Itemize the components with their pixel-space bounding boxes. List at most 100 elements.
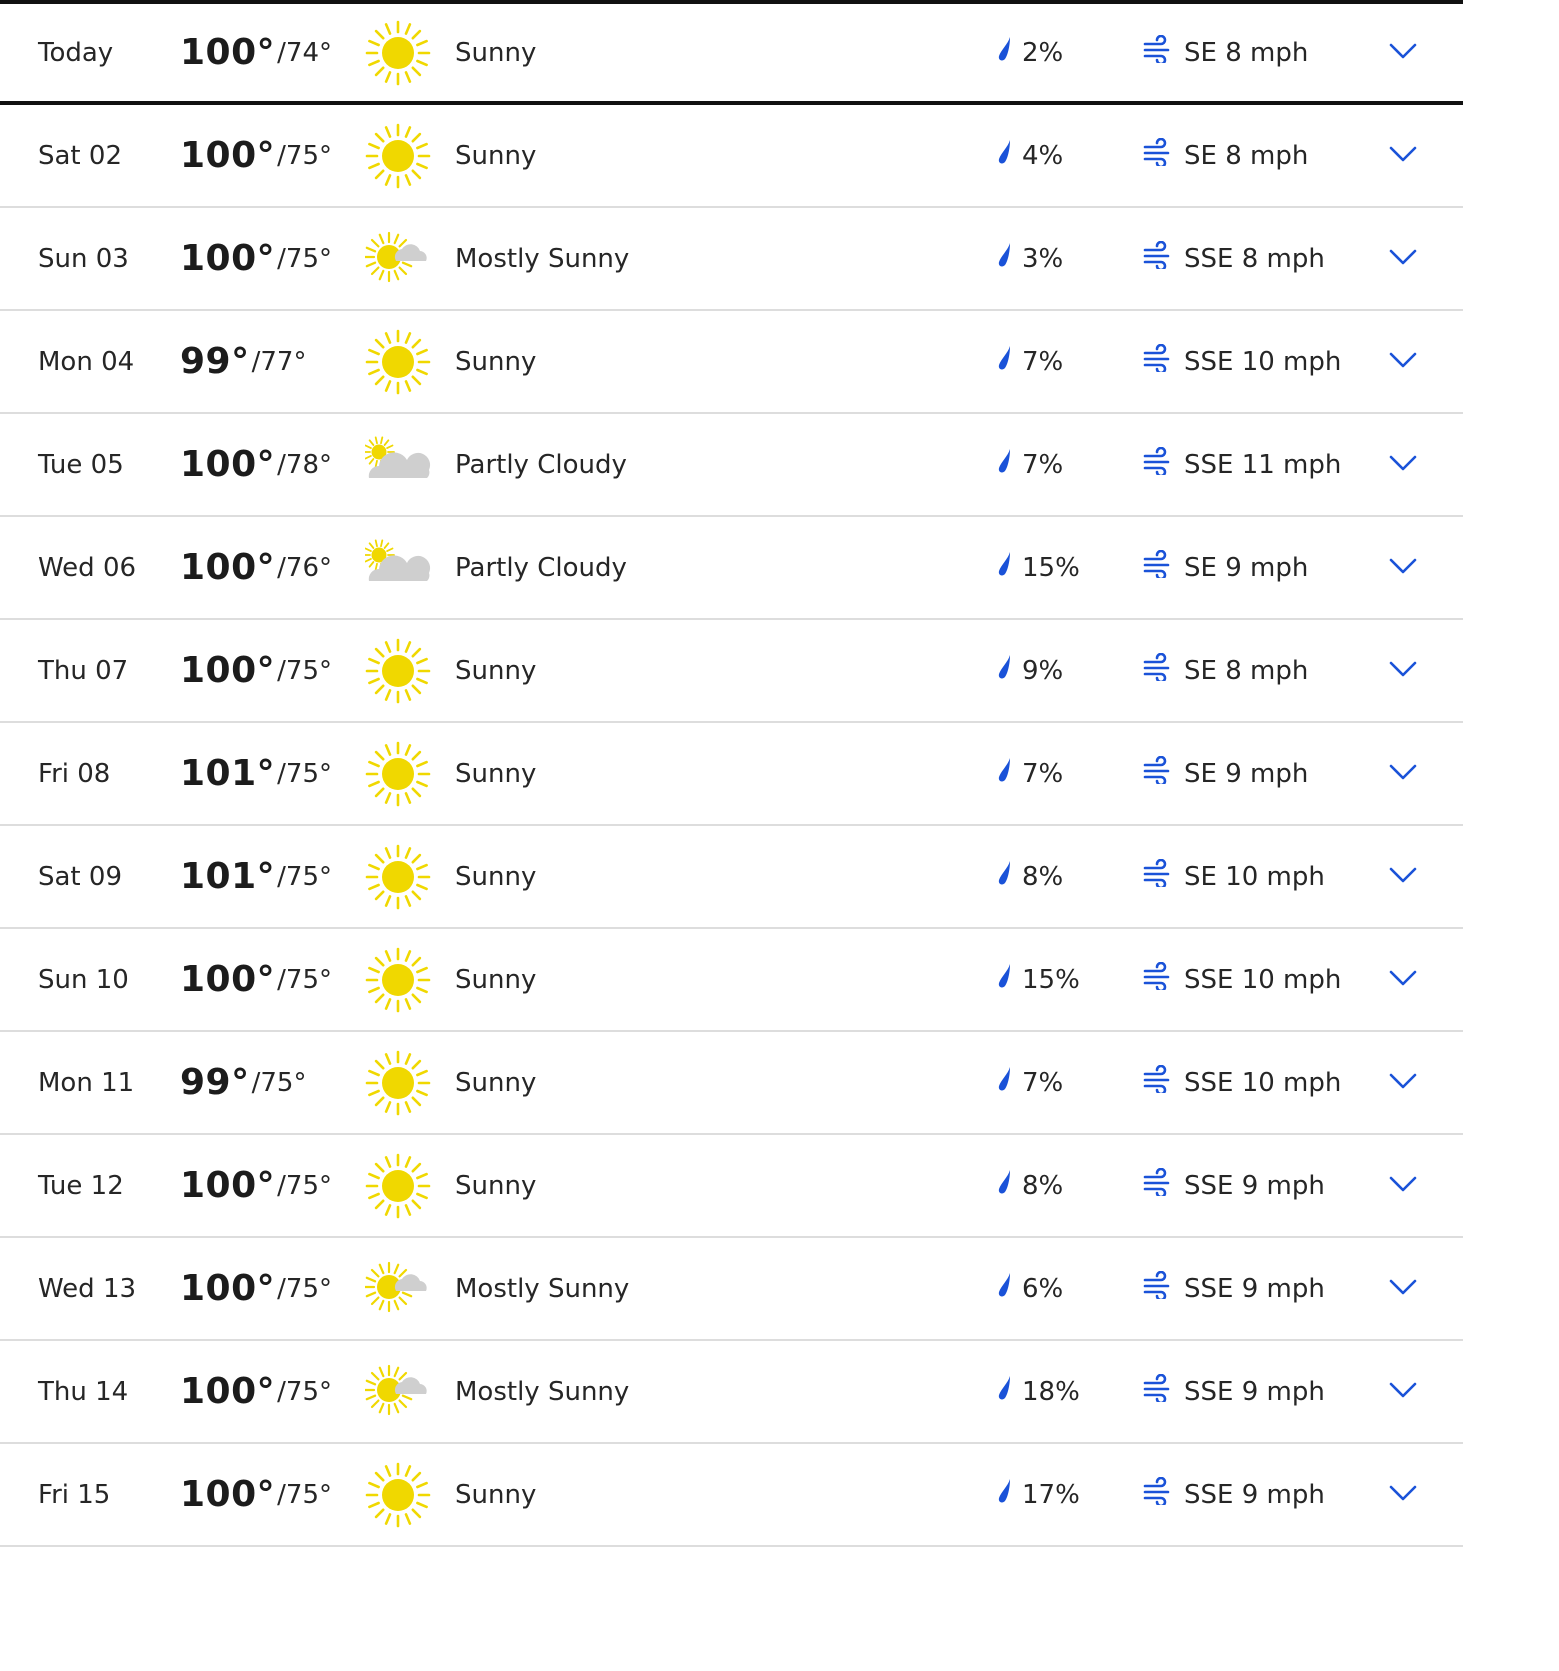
expand-button[interactable] <box>1384 1135 1422 1236</box>
chevron-down-icon <box>1388 454 1418 476</box>
expand-button[interactable] <box>1384 1238 1422 1339</box>
wind-value: SSE 9 mph <box>1184 1479 1325 1510</box>
condition-label: Sunny <box>455 346 537 377</box>
precipitation-value: 15% <box>1022 964 1080 995</box>
low-temperature: /75° <box>277 243 332 274</box>
expand-button[interactable] <box>1384 4 1422 101</box>
expand-button[interactable] <box>1384 1032 1422 1133</box>
high-temperature: 100° <box>180 1165 276 1206</box>
wind-value: SE 9 mph <box>1184 552 1309 583</box>
precipitation-chance: 4% <box>996 105 1063 206</box>
condition-label: Sunny <box>455 655 537 686</box>
sunny-icon <box>364 1444 432 1545</box>
expand-button[interactable] <box>1384 826 1422 927</box>
forecast-row[interactable]: Today 100°/74° Sunny 2% SE 8 mph <box>0 4 1463 105</box>
wind-icon <box>1142 549 1184 585</box>
temperature-range: 100°/75° <box>180 1444 332 1545</box>
temperature-range: 100°/78° <box>180 414 332 515</box>
forecast-row[interactable]: Tue 05 100°/78° Partly Cloudy 7% SSE 11 … <box>0 414 1463 517</box>
forecast-row[interactable]: Sat 09 101°/75° Sunny 8% SE 10 mph <box>0 826 1463 929</box>
wind-info: SE 10 mph <box>1142 826 1325 927</box>
precipitation-value: 8% <box>1022 861 1064 892</box>
wind-info: SSE 10 mph <box>1142 311 1341 412</box>
chevron-down-icon <box>1388 248 1418 270</box>
wind-info: SE 9 mph <box>1142 723 1308 824</box>
chevron-down-icon <box>1388 763 1418 785</box>
sunny-icon <box>364 4 432 101</box>
high-temperature: 100° <box>180 135 276 176</box>
condition-label: Partly Cloudy <box>455 552 627 583</box>
temperature-range: 100°/75° <box>180 208 332 309</box>
expand-button[interactable] <box>1384 208 1422 309</box>
wind-value: SE 8 mph <box>1184 140 1309 171</box>
precipitation-value: 6% <box>1022 1273 1064 1304</box>
precipitation-chance: 8% <box>996 1135 1063 1236</box>
low-temperature: /75° <box>277 964 332 995</box>
precipitation-value: 2% <box>1022 37 1064 68</box>
partly-cloudy-icon <box>364 414 432 515</box>
raindrop-icon <box>996 139 1022 172</box>
precipitation-chance: 6% <box>996 1238 1063 1339</box>
raindrop-icon <box>996 757 1022 790</box>
precipitation-value: 7% <box>1022 1067 1064 1098</box>
wind-icon <box>1142 1167 1184 1203</box>
forecast-row[interactable]: Fri 15 100°/75° Sunny 17% SSE 9 mph <box>0 1444 1463 1547</box>
forecast-row[interactable]: Mon 11 99°/75° Sunny 7% SSE 10 mph <box>0 1032 1463 1135</box>
wind-value: SE 10 mph <box>1184 861 1325 892</box>
forecast-row[interactable]: Mon 04 99°/77° Sunny 7% SSE 10 mph <box>0 311 1463 414</box>
high-temperature: 100° <box>180 1474 276 1515</box>
sunny-icon <box>364 620 432 721</box>
wind-value: SSE 10 mph <box>1184 1067 1342 1098</box>
precipitation-chance: 2% <box>996 4 1063 101</box>
raindrop-icon <box>996 1272 1022 1305</box>
mostly-sunny-icon <box>364 1238 432 1339</box>
precipitation-chance: 8% <box>996 826 1063 927</box>
wind-value: SSE 9 mph <box>1184 1273 1325 1304</box>
expand-button[interactable] <box>1384 723 1422 824</box>
expand-button[interactable] <box>1384 929 1422 1030</box>
chevron-down-icon <box>1388 969 1418 991</box>
low-temperature: /75° <box>277 861 332 892</box>
day-label: Thu 07 <box>38 655 129 686</box>
precipitation-value: 4% <box>1022 140 1064 171</box>
temperature-range: 100°/75° <box>180 620 332 721</box>
temperature-range: 100°/75° <box>180 1238 332 1339</box>
forecast-row[interactable]: Wed 06 100°/76° Partly Cloudy 15% SE 9 m… <box>0 517 1463 620</box>
expand-button[interactable] <box>1384 414 1422 515</box>
sunny-icon <box>364 1032 432 1133</box>
expand-button[interactable] <box>1384 1444 1422 1545</box>
forecast-row[interactable]: Sun 03 100°/75° Mostly Sunny 3% SSE 8 mp… <box>0 208 1463 311</box>
forecast-row[interactable]: Tue 12 100°/75° Sunny 8% SSE 9 mph <box>0 1135 1463 1238</box>
mostly-sunny-icon <box>364 208 432 309</box>
temperature-range: 100°/75° <box>180 1135 332 1236</box>
precipitation-value: 9% <box>1022 655 1064 686</box>
low-temperature: /77° <box>251 346 307 377</box>
high-temperature: 100° <box>180 650 276 691</box>
expand-button[interactable] <box>1384 517 1422 618</box>
expand-button[interactable] <box>1384 105 1422 206</box>
condition-label: Partly Cloudy <box>455 449 627 480</box>
chevron-down-icon <box>1388 351 1418 373</box>
expand-button[interactable] <box>1384 1341 1422 1442</box>
precipitation-chance: 18% <box>996 1341 1080 1442</box>
day-label: Tue 05 <box>38 449 124 480</box>
forecast-row[interactable]: Thu 07 100°/75° Sunny 9% SE 8 mph <box>0 620 1463 723</box>
forecast-row[interactable]: Fri 08 101°/75° Sunny 7% SE 9 mph <box>0 723 1463 826</box>
expand-button[interactable] <box>1384 620 1422 721</box>
wind-value: SSE 10 mph <box>1184 964 1342 995</box>
wind-icon <box>1142 1476 1184 1512</box>
forecast-row[interactable]: Thu 14 100°/75° Mostly Sunny 18% SSE 9 m… <box>0 1341 1463 1444</box>
temperature-range: 101°/75° <box>180 723 332 824</box>
low-temperature: /74° <box>277 37 332 68</box>
forecast-row[interactable]: Sun 10 100°/75° Sunny 15% SSE 10 mph <box>0 929 1463 1032</box>
day-label: Sun 03 <box>38 243 129 274</box>
low-temperature: /75° <box>277 1376 332 1407</box>
raindrop-icon <box>996 551 1022 584</box>
wind-icon <box>1142 34 1184 70</box>
raindrop-icon <box>996 448 1022 481</box>
forecast-row[interactable]: Wed 13 100°/75° Mostly Sunny 6% SSE 9 mp… <box>0 1238 1463 1341</box>
forecast-row[interactable]: Sat 02 100°/75° Sunny 4% SE 8 mph <box>0 105 1463 208</box>
temperature-range: 99°/77° <box>180 311 306 412</box>
expand-button[interactable] <box>1384 311 1422 412</box>
chevron-down-icon <box>1388 866 1418 888</box>
